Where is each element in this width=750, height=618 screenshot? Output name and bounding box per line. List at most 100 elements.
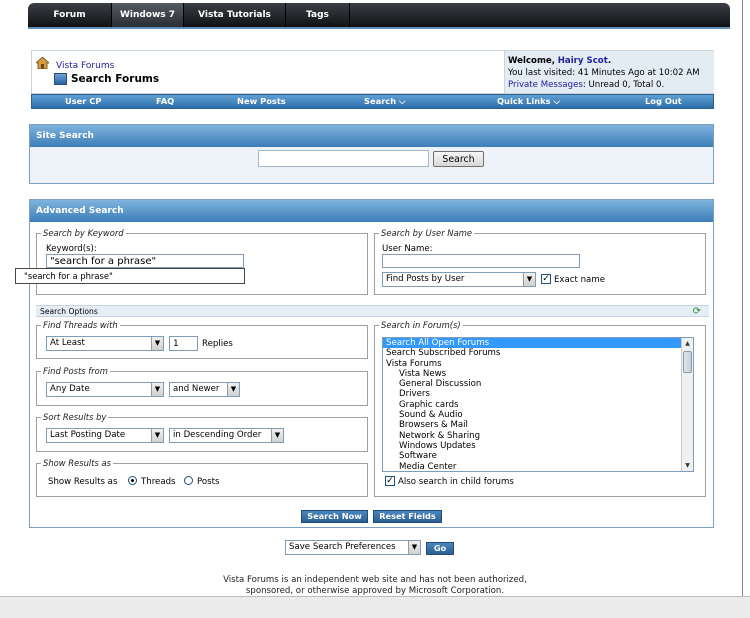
sort-order-value: in Descending Order — [173, 430, 262, 440]
forums-legend: Search in Forum(s) — [381, 320, 461, 330]
chevron-down-icon[interactable]: ▼ — [408, 541, 420, 554]
date-value: Any Date — [50, 384, 90, 394]
advanced-search-title: Advanced Search — [30, 200, 713, 222]
exact-name-label: Exact name — [554, 275, 605, 285]
replies-label: Replies — [202, 339, 233, 349]
go-button[interactable]: Go — [426, 542, 454, 555]
replies-input[interactable]: 1 — [169, 336, 198, 351]
forum-option[interactable]: Search All Open Forums — [383, 338, 693, 349]
forum-page-icon — [54, 73, 67, 85]
sort-order-select[interactable]: in Descending Order ▼ — [169, 428, 284, 443]
forum-list: Search All Open Forums Search Subscribed … — [383, 338, 693, 471]
breadcrumb: Vista Forums Search Forums Welcome, Hair… — [31, 50, 714, 94]
search-preferences-select[interactable]: Save Search Preferences ▼ — [285, 540, 421, 555]
footer: Vista Forums is an independent web site … — [150, 575, 600, 597]
keyword-legend: Search by Keyword — [43, 228, 124, 238]
find-posts-by-user-value: Find Posts by User — [386, 274, 465, 284]
child-forums-checkbox[interactable]: ✓ — [385, 476, 395, 486]
user-legend: Search by User Name — [381, 228, 473, 238]
welcome-prefix: Welcome, — [508, 56, 555, 66]
scroll-down-icon[interactable]: ▼ — [682, 460, 693, 471]
find-threads-value: At Least — [50, 338, 85, 348]
tab-windows-7[interactable]: Windows 7 — [112, 3, 184, 27]
forum-option[interactable]: Sound & Audio — [383, 410, 693, 420]
site-search-input[interactable] — [258, 150, 429, 167]
search-options-bar: Search Options ⟳ — [36, 305, 709, 317]
welcome-box: Welcome, Hairy Scot. You last visited: 4… — [504, 51, 714, 93]
scroll-up-icon[interactable]: ▲ — [682, 338, 693, 349]
date-select[interactable]: Any Date ▼ — [46, 382, 164, 397]
forum-option[interactable]: Search Subscribed Forums — [383, 348, 693, 358]
forum-option[interactable]: Media Center — [383, 462, 693, 471]
navbar: User CP FAQ New Posts Search ⌵ Quick Lin… — [31, 94, 714, 109]
forum-option[interactable]: Browsers & Mail — [383, 420, 693, 430]
keyword-label: Keyword(s): — [46, 244, 97, 254]
exact-name-checkbox[interactable]: ✓ — [541, 274, 551, 284]
forum-option[interactable]: Graphic cards — [383, 400, 693, 410]
search-now-button[interactable]: Search Now — [301, 510, 368, 523]
show-results-label: Show Results as — [48, 477, 118, 487]
scroll-thumb[interactable] — [683, 351, 692, 373]
find-posts-legend: Find Posts from — [43, 366, 108, 376]
welcome-suffix: . — [607, 56, 612, 66]
site-search-panel: Site Search Search — [29, 124, 714, 184]
sort-legend: Sort Results by — [43, 412, 107, 422]
nav-log-out[interactable]: Log Out — [645, 95, 682, 108]
breadcrumb-home-link[interactable]: Vista Forums — [56, 61, 114, 71]
user-name-label: User Name: — [382, 244, 433, 254]
newer-older-value: and Newer — [173, 384, 220, 394]
user-name-input[interactable] — [382, 254, 580, 268]
search-preferences-value: Save Search Preferences — [289, 542, 396, 552]
home-icon[interactable] — [36, 57, 49, 69]
forum-option[interactable]: Vista News — [383, 369, 693, 379]
chevron-down-icon[interactable]: ▼ — [151, 337, 163, 350]
threads-label: Threads — [141, 477, 176, 487]
reset-fields-button[interactable]: Reset Fields — [373, 510, 442, 523]
sort-field-select[interactable]: Last Posting Date ▼ — [46, 428, 164, 443]
listbox-scrollbar[interactable]: ▲ ▼ — [681, 338, 693, 471]
pm-counts: : Unread 0, Total 0. — [582, 80, 665, 90]
chevron-down-icon[interactable]: ▼ — [227, 383, 239, 396]
chevron-down-icon[interactable]: ▼ — [523, 273, 535, 286]
forum-listbox[interactable]: Search All Open Forums Search Subscribed … — [382, 337, 694, 472]
user-link[interactable]: Hairy Scot — [558, 56, 608, 66]
forum-option[interactable]: Network & Sharing — [383, 431, 693, 441]
forum-option[interactable]: Software — [383, 451, 693, 461]
find-threads-legend: Find Threads with — [43, 320, 118, 330]
window-edge — [742, 0, 743, 618]
nav-search[interactable]: Search ⌵ — [364, 95, 405, 108]
footer-line-1: Vista Forums is an independent web site … — [223, 575, 527, 585]
forum-option[interactable]: General Discussion — [383, 379, 693, 389]
find-threads-select[interactable]: At Least ▼ — [46, 336, 164, 351]
top-nav: Forum Windows 7 Vista Tutorials Tags — [28, 3, 730, 29]
nav-new-posts[interactable]: New Posts — [237, 95, 286, 108]
chevron-down-icon[interactable]: ▼ — [271, 429, 283, 442]
tab-vista-tutorials[interactable]: Vista Tutorials — [184, 3, 286, 27]
nav-user-cp[interactable]: User CP — [65, 95, 101, 108]
posts-label: Posts — [197, 477, 220, 487]
newer-older-select[interactable]: and Newer ▼ — [169, 382, 240, 397]
nav-quick-links[interactable]: Quick Links ⌵ — [497, 95, 560, 108]
private-messages-link[interactable]: Private Messages — [508, 80, 583, 90]
child-forums-label: Also search in child forums — [398, 477, 514, 487]
site-search-button[interactable]: Search — [433, 151, 484, 167]
chevron-down-icon[interactable]: ▼ — [151, 383, 163, 396]
forum-option[interactable]: Vista Forums — [383, 359, 693, 369]
refresh-icon[interactable]: ⟳ — [693, 306, 701, 317]
tab-forum[interactable]: Forum — [28, 3, 112, 27]
threads-radio[interactable] — [128, 476, 137, 485]
last-visit: You last visited: 41 Minutes Ago at 10:0… — [508, 68, 700, 78]
sort-field-value: Last Posting Date — [50, 430, 126, 440]
keyword-input[interactable]: "search for a phrase" — [46, 254, 244, 268]
forum-option[interactable]: Windows Updates — [383, 441, 693, 451]
site-search-title: Site Search — [30, 125, 713, 147]
forum-option[interactable]: Drivers — [383, 389, 693, 399]
page-title: Search Forums — [71, 73, 160, 85]
keyword-suggestion[interactable]: "search for a phrase" — [15, 268, 245, 284]
find-posts-by-user-select[interactable]: Find Posts by User ▼ — [382, 272, 536, 287]
search-options-title: Search Options — [40, 307, 98, 316]
tab-tags[interactable]: Tags — [286, 3, 350, 27]
nav-faq[interactable]: FAQ — [156, 95, 174, 108]
chevron-down-icon[interactable]: ▼ — [151, 429, 163, 442]
posts-radio[interactable] — [184, 476, 193, 485]
